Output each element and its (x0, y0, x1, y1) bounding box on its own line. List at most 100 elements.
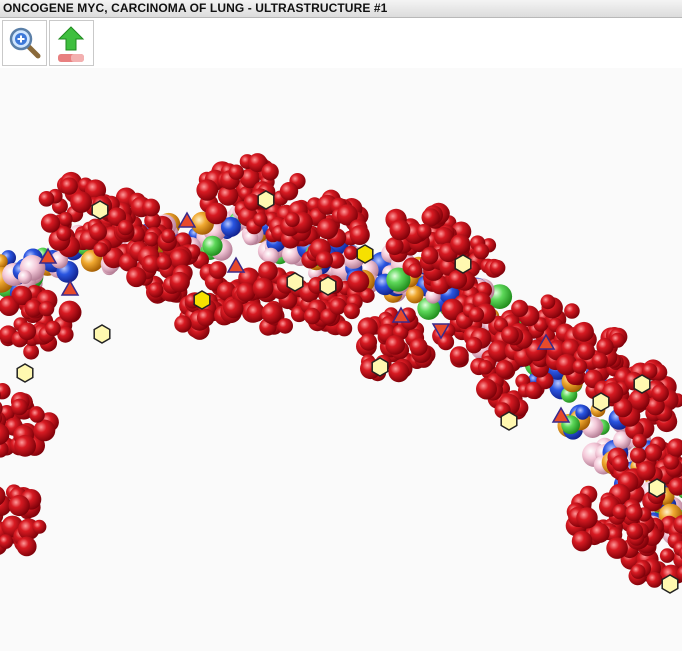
backbone-atom (228, 164, 244, 180)
title-bar: ONCOGENE MYC, CARCINOMA OF LUNG - ULTRAS… (0, 0, 682, 18)
backbone-atom (489, 259, 506, 276)
backbone-atom (574, 321, 594, 342)
backbone-atom (501, 326, 519, 344)
backbone-atom (38, 300, 55, 317)
hexagon-marker-icon[interactable] (319, 276, 337, 296)
backbone-atom (58, 300, 81, 323)
zoom-in-button[interactable] (2, 20, 47, 66)
backbone-atom (29, 407, 45, 423)
backbone-atom (632, 433, 647, 449)
backbone-atom (58, 212, 73, 226)
backbone-atom (349, 225, 370, 245)
backbone-atom (196, 308, 215, 327)
base-atom (202, 235, 223, 256)
backbone-atom (468, 306, 485, 323)
base-atom (575, 405, 590, 420)
backbone-atom (572, 359, 588, 374)
hexagon-marker-icon[interactable] (633, 374, 651, 394)
backbone-atom (421, 247, 439, 265)
backbone-atom (571, 530, 593, 552)
hexagon-marker-icon[interactable] (286, 272, 304, 292)
backbone-atom (625, 504, 643, 522)
backbone-atom (343, 245, 359, 260)
backbone-atom (169, 271, 190, 293)
backbone-atom (93, 242, 109, 257)
backbone-atom (629, 447, 647, 464)
backbone-atom (89, 222, 107, 241)
backbone-atom (626, 522, 644, 540)
backbone-atom (236, 282, 256, 302)
backbone-atom (343, 302, 360, 320)
backbone-atom (70, 191, 92, 214)
backbone-atom (196, 179, 218, 201)
hexagon-marker-icon[interactable] (91, 200, 109, 220)
backbone-atom (285, 212, 300, 228)
backbone-atom (252, 277, 274, 299)
backbone-atom (56, 226, 72, 242)
hexagon-marker-icon[interactable] (592, 392, 610, 412)
backbone-atom (591, 352, 608, 369)
backbone-atom (636, 461, 656, 481)
window-title: ONCOGENE MYC, CARCINOMA OF LUNG - ULTRAS… (3, 1, 388, 15)
backbone-atom (208, 261, 227, 279)
hexagon-marker-icon[interactable] (500, 411, 518, 431)
backbone-atom (347, 270, 370, 293)
hexagon-marker-icon[interactable] (257, 190, 275, 210)
backbone-atom (540, 294, 556, 310)
backbone-atom (630, 564, 646, 579)
backbone-atom (32, 519, 47, 534)
backbone-atom (223, 298, 244, 319)
backbone-atom (409, 337, 428, 356)
backbone-atom (117, 219, 134, 236)
backbone-atom (476, 378, 497, 400)
backbone-atom (261, 163, 279, 181)
backbone-atom (261, 302, 283, 324)
backbone-atom (473, 243, 490, 260)
backbone-atom (174, 315, 192, 333)
backbone-atom (205, 202, 228, 225)
hexagon-marker-icon[interactable] (93, 324, 111, 344)
backbone-atom (465, 337, 483, 354)
backbone-atom (449, 346, 469, 366)
backbone-atom (40, 213, 61, 233)
backbone-atom (126, 266, 147, 288)
backbone-atom (60, 177, 78, 195)
backbone-atom (416, 223, 432, 239)
backbone-atom (646, 572, 663, 588)
backbone-atom (577, 342, 595, 361)
backbone-atom (23, 343, 39, 360)
backbone-atom (576, 507, 598, 529)
backbone-atom (407, 263, 423, 278)
backbone-atom (142, 198, 161, 217)
molecule-viewer[interactable] (0, 68, 682, 651)
hexagon-marker-icon[interactable] (193, 290, 211, 310)
hexagon-marker-icon[interactable] (661, 574, 679, 594)
backbone-atom (8, 494, 30, 517)
hexagon-marker-icon[interactable] (356, 244, 374, 264)
backbone-atom (611, 454, 629, 472)
backbone-atom (336, 320, 353, 337)
backbone-atom (450, 234, 471, 255)
backbone-atom (511, 299, 529, 317)
backbone-atom (388, 361, 410, 383)
backbone-atom (279, 182, 299, 201)
hexagon-marker-icon[interactable] (371, 357, 389, 377)
backbone-atom (385, 335, 406, 355)
reset-view-button[interactable] (49, 20, 94, 66)
backbone-atom (659, 548, 675, 563)
backbone-atom (421, 208, 440, 227)
backbone-atom (18, 322, 37, 341)
backbone-atom (38, 191, 55, 207)
backbone-atom (16, 536, 37, 557)
backbone-atom (277, 318, 294, 334)
hexagon-marker-icon[interactable] (16, 363, 34, 383)
backbone-atom (315, 251, 333, 269)
hexagon-marker-icon[interactable] (454, 254, 472, 274)
backbone-atom (148, 282, 164, 298)
backbone-atom (564, 303, 580, 319)
backbone-atom (495, 360, 514, 379)
backbone-atom (11, 398, 28, 416)
hexagon-marker-icon[interactable] (648, 478, 666, 498)
backbone-atom (389, 219, 411, 241)
base-atom (17, 270, 32, 285)
